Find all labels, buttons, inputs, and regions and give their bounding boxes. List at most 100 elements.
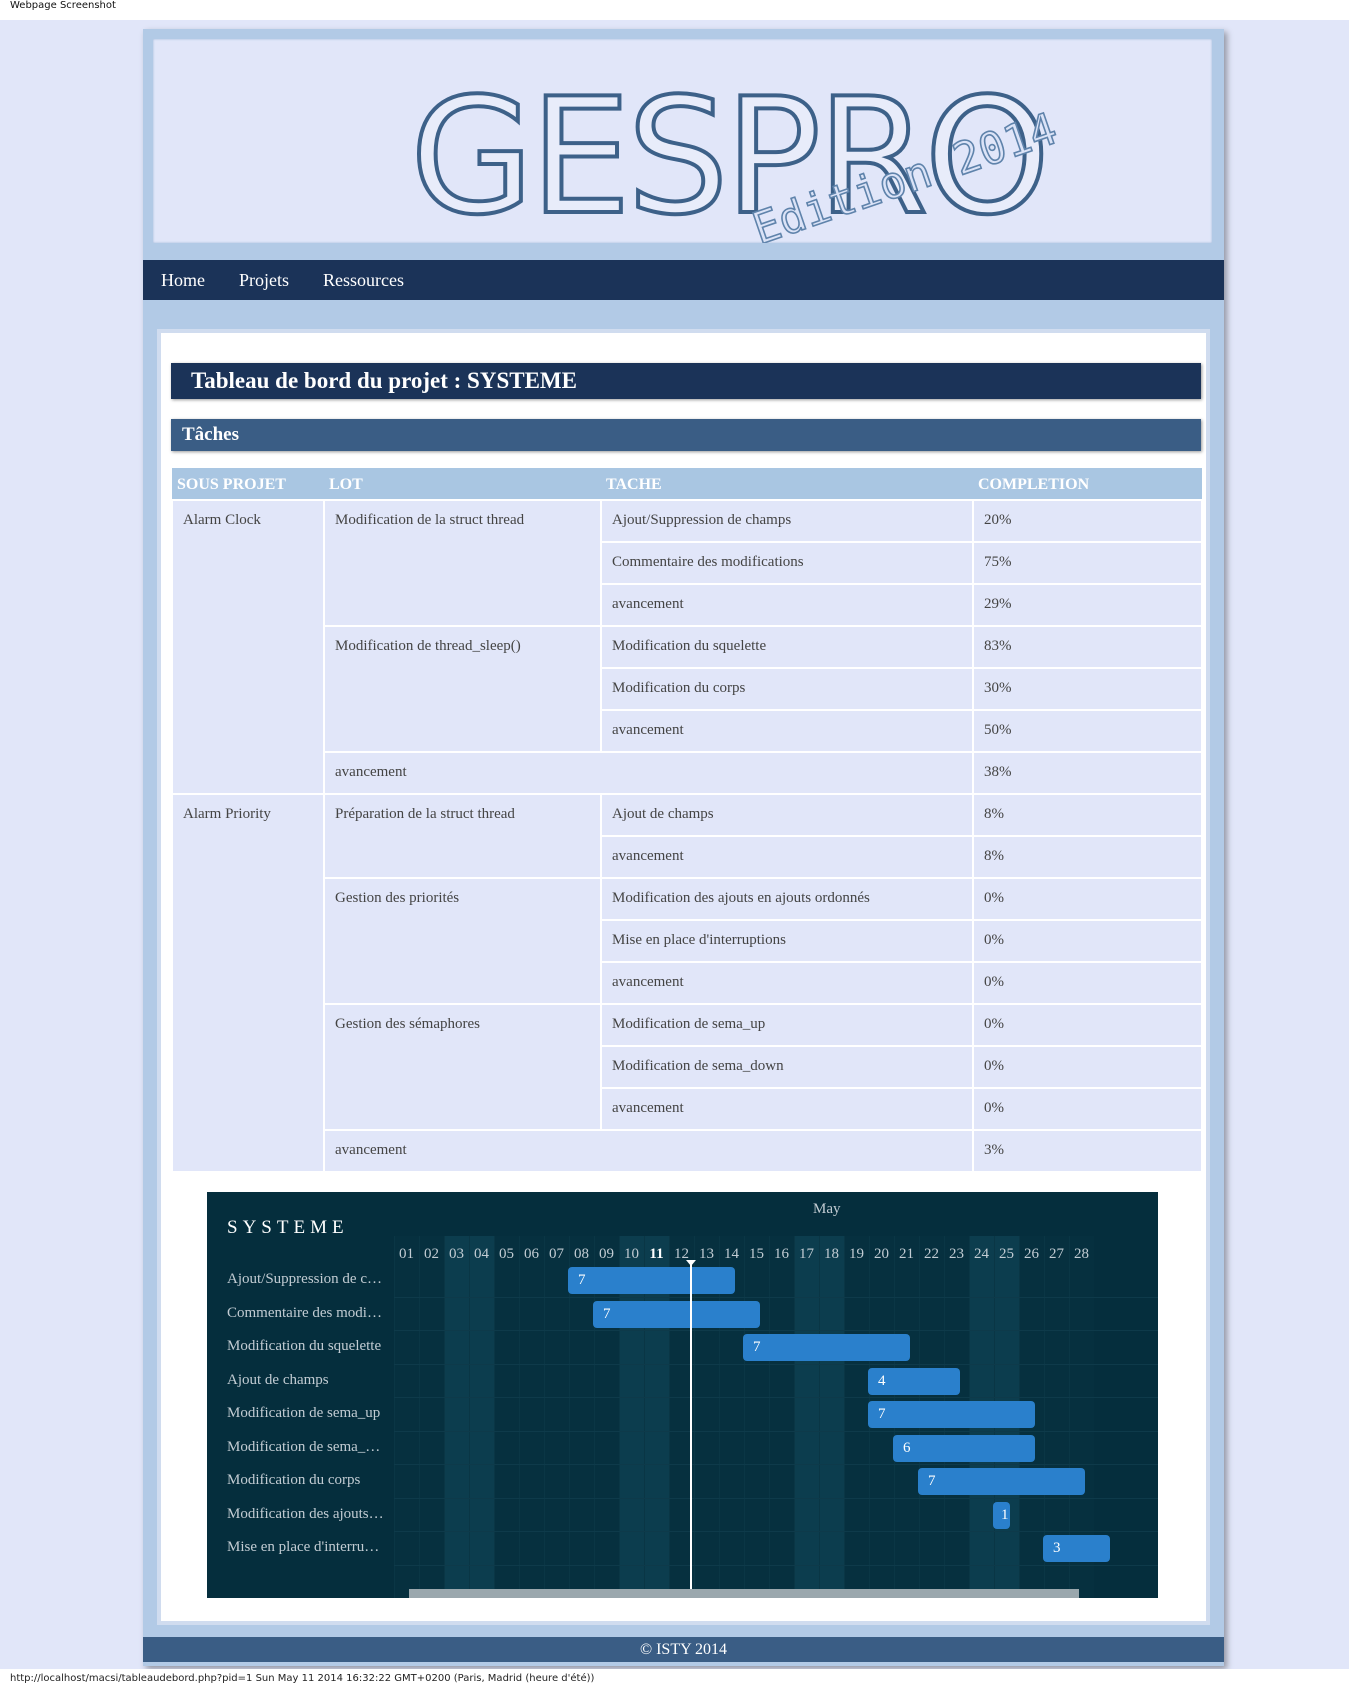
completion-cell: 30% (972, 667, 1203, 711)
task-cell: avancement (600, 961, 974, 1005)
column-header-sous-projet: SOUS PROJET (172, 468, 324, 500)
completion-cell: 0% (972, 919, 1203, 963)
gantt-task-label: Commentaire des modi… (227, 1304, 382, 1321)
table-row: Gestion des priorités Modification des a… (172, 877, 1203, 1005)
gantt-day-label: 03 (449, 1246, 464, 1262)
gantt-task-bar[interactable]: 6 (893, 1434, 1035, 1462)
gantt-task-bar[interactable]: 7 (593, 1300, 760, 1328)
lot-cell: Préparation de la struct thread (323, 793, 602, 879)
gantt-task-bar[interactable]: 7 (918, 1468, 1085, 1495)
gantt-day-label: 16 (774, 1246, 789, 1262)
site-header: GESPRO Edition 2014 (153, 39, 1212, 243)
gantt-day-column (469, 1236, 494, 1598)
nav-ressources-link[interactable]: Ressources (323, 270, 404, 291)
completion-cell: 20% (972, 499, 1203, 543)
gantt-task-label: Modification du squelette (227, 1338, 382, 1354)
gantt-task-label: Modification du corps (227, 1472, 361, 1488)
subproject-summary-cell: avancement (323, 751, 974, 795)
gantt-day-label: 22 (924, 1246, 939, 1262)
gantt-day-label: 18 (824, 1246, 839, 1262)
table-header-row: SOUS PROJET LOT TACHE COMPLETION (172, 468, 1202, 500)
gantt-today-marker (686, 1260, 696, 1266)
gantt-day-column (769, 1236, 794, 1598)
table-row: Gestion des sémaphores Modification de s… (172, 1003, 1203, 1131)
table-row: avancement 3% (172, 1129, 1203, 1173)
nav-home-link[interactable]: Home (161, 270, 205, 291)
gantt-task-bar[interactable]: 7 (743, 1334, 910, 1361)
gantt-day-label: 02 (424, 1246, 439, 1262)
gantt-row-separator (394, 1397, 1158, 1398)
nav-projets-link[interactable]: Projets (239, 270, 289, 291)
lot-cell: Modification de thread_sleep() (323, 625, 602, 753)
column-header-lot: LOT (324, 468, 601, 500)
gantt-day-column (519, 1236, 544, 1598)
completion-cell: 0% (972, 877, 1203, 921)
table-row: Alarm Priority Préparation de la struct … (171, 793, 1203, 1173)
status-url: http://localhost/macsi/tableaudebord.php… (10, 1673, 595, 1684)
completion-cell: 3% (972, 1129, 1203, 1173)
completion-cell: 0% (972, 1003, 1203, 1047)
gantt-day-column (819, 1236, 844, 1598)
completion-cell: 0% (972, 1045, 1203, 1089)
gantt-row-separator (394, 1430, 1158, 1432)
gantt-day-label: 15 (749, 1246, 764, 1262)
gantt-day-label: 28 (1074, 1246, 1089, 1262)
gantt-row-separator (394, 1330, 1158, 1331)
lot-cell: Modification de la struct thread (323, 499, 602, 627)
task-cell: avancement (600, 835, 974, 879)
gantt-task-bar[interactable]: 1 (993, 1501, 1010, 1529)
gantt-task-bar[interactable]: 3 (1043, 1535, 1110, 1562)
task-cell: Modification du squelette (600, 625, 974, 669)
gantt-day-label: 07 (549, 1246, 564, 1262)
subproject-cell: Alarm Priority (171, 793, 325, 1173)
gantt-day-label: 23 (949, 1246, 964, 1262)
page-title-bar: Tableau de bord du projet : SYSTEME (171, 363, 1201, 399)
gantt-day-label: 21 (899, 1246, 914, 1262)
gantt-day-column (494, 1236, 519, 1598)
task-cell: Modification de sema_up (600, 1003, 974, 1047)
gantt-row-separator (394, 1531, 1158, 1532)
gantt-day-column (544, 1236, 569, 1598)
gantt-today-line (690, 1264, 692, 1598)
gantt-day-label: 19 (849, 1246, 864, 1262)
task-cell: Modification des ajouts en ajouts ordonn… (600, 877, 974, 921)
tasks-table: SOUS PROJET LOT TACHE COMPLETION Alarm C… (171, 468, 1203, 1173)
gantt-horizontal-scrollbar[interactable] (409, 1589, 1079, 1598)
gantt-day-label: 17 (799, 1246, 814, 1262)
task-cell: Modification du corps (600, 667, 974, 711)
completion-cell: 50% (972, 709, 1203, 753)
table-row: avancement 38% (172, 751, 1203, 795)
gantt-task-label: Ajout/Suppression de c… (227, 1271, 382, 1287)
column-header-completion: COMPLETION (973, 468, 1202, 500)
completion-cell: 8% (972, 835, 1203, 879)
gantt-project-name: SYSTEME (227, 1217, 349, 1238)
gantt-task-label: Modification de sema_up (227, 1405, 381, 1421)
task-cell: Commentaire des modifications (600, 541, 974, 585)
task-cell: Ajout/Suppression de champs (600, 499, 974, 543)
gantt-day-column (419, 1236, 444, 1598)
table-row: Modification de thread_sleep() Modificat… (172, 625, 1203, 753)
gantt-task-bar[interactable]: 7 (868, 1401, 1035, 1428)
gantt-day-label: 04 (474, 1246, 489, 1262)
gantt-task-bar[interactable]: 4 (868, 1367, 960, 1395)
gantt-row-separator (394, 1564, 1158, 1566)
page-title: Tableau de bord du projet : SYSTEME (191, 368, 577, 393)
gantt-task-bar[interactable]: 7 (568, 1267, 735, 1294)
browser-status-bar: http://localhost/macsi/tableaudebord.php… (0, 1669, 1349, 1687)
gantt-row-separator (394, 1296, 1158, 1298)
gantt-chart: SYSTEME May 01 02 03 04 05 06 07 08 09 10 11 12 13 14… (207, 1192, 1158, 1598)
task-cell: avancement (600, 583, 974, 627)
completion-cell: 75% (972, 541, 1203, 585)
gantt-day-label: 25 (999, 1246, 1014, 1262)
gantt-task-label: Ajout de champs (227, 1371, 329, 1388)
task-cell: avancement (600, 709, 974, 753)
completion-cell: 0% (972, 1087, 1203, 1131)
gantt-day-column (744, 1236, 769, 1598)
gantt-day-column (394, 1236, 419, 1598)
gantt-day-label: 05 (499, 1246, 514, 1262)
gantt-task-label: Mise en place d'interru… (227, 1539, 380, 1555)
gantt-day-label: 27 (1049, 1246, 1064, 1262)
gantt-row-separator (394, 1497, 1158, 1499)
lot-cell: Gestion des priorités (323, 877, 602, 1005)
subproject-summary-cell: avancement (323, 1129, 974, 1173)
